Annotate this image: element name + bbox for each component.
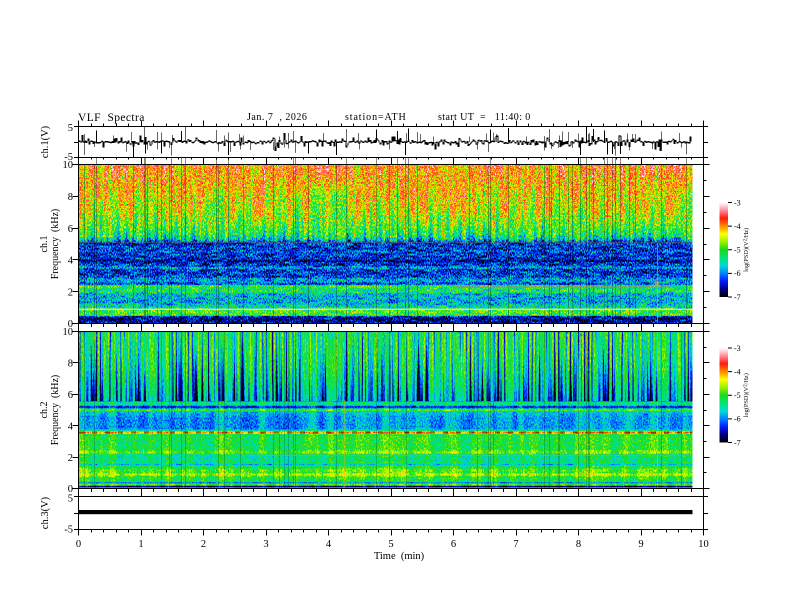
svg-text:2: 2 — [68, 287, 73, 298]
svg-text:10: 10 — [698, 539, 709, 550]
svg-text:Time (min): Time (min) — [374, 551, 425, 562]
svg-text:ch.1: ch.1 — [39, 236, 50, 253]
svg-text:2: 2 — [68, 453, 73, 464]
svg-text:Jan. 7 , 2026: Jan. 7 , 2026 — [247, 112, 307, 123]
svg-text:5: 5 — [68, 123, 73, 134]
svg-text:-5: -5 — [734, 246, 741, 255]
svg-text:-4: -4 — [734, 367, 741, 376]
svg-text:-3: -3 — [734, 344, 741, 353]
svg-text:10: 10 — [63, 327, 74, 338]
svg-text:log(PSD)(V2/Hz): log(PSD)(V2/Hz) — [743, 228, 750, 272]
svg-text:8: 8 — [576, 539, 581, 550]
svg-text:VLF Spectra: VLF Spectra — [78, 112, 145, 124]
svg-text:1: 1 — [138, 539, 143, 550]
svg-text:8: 8 — [68, 192, 73, 203]
svg-text:5: 5 — [388, 539, 393, 550]
svg-text:4: 4 — [68, 256, 74, 267]
svg-text:-7: -7 — [734, 293, 741, 302]
svg-text:6: 6 — [68, 224, 73, 235]
svg-text:0: 0 — [68, 484, 73, 495]
svg-text:Frequency (kHz): Frequency (kHz) — [50, 209, 61, 280]
svg-text:-6: -6 — [734, 415, 741, 424]
svg-text:start UT = 11:40: 0: start UT = 11:40: 0 — [438, 112, 531, 123]
svg-text:-3: -3 — [734, 198, 741, 207]
svg-text:3: 3 — [263, 539, 268, 550]
svg-text:ch.2: ch.2 — [39, 402, 50, 419]
svg-text:9: 9 — [638, 539, 643, 550]
svg-text:-4: -4 — [734, 222, 741, 231]
svg-text:-5: -5 — [734, 391, 741, 400]
svg-text:10: 10 — [63, 160, 74, 171]
svg-text:-7: -7 — [734, 438, 741, 447]
svg-text:7: 7 — [513, 539, 518, 550]
svg-text:ch.3(V): ch.3(V) — [40, 496, 51, 529]
svg-text:-6: -6 — [734, 269, 741, 278]
svg-text:-5: -5 — [64, 525, 73, 536]
svg-text:0: 0 — [76, 539, 81, 550]
svg-text:ch.1(V): ch.1(V) — [40, 125, 51, 158]
svg-text:4: 4 — [326, 539, 332, 550]
svg-text:2: 2 — [201, 539, 206, 550]
svg-text:station=ATH: station=ATH — [345, 112, 407, 123]
svg-text:6: 6 — [68, 390, 73, 401]
svg-text:Frequency (kHz): Frequency (kHz) — [50, 375, 61, 446]
svg-text:5: 5 — [68, 494, 73, 505]
svg-text:8: 8 — [68, 359, 73, 370]
svg-text:4: 4 — [68, 421, 74, 432]
svg-text:log(PSD)(V2/Hz): log(PSD)(V2/Hz) — [743, 373, 750, 417]
svg-text:6: 6 — [451, 539, 456, 550]
